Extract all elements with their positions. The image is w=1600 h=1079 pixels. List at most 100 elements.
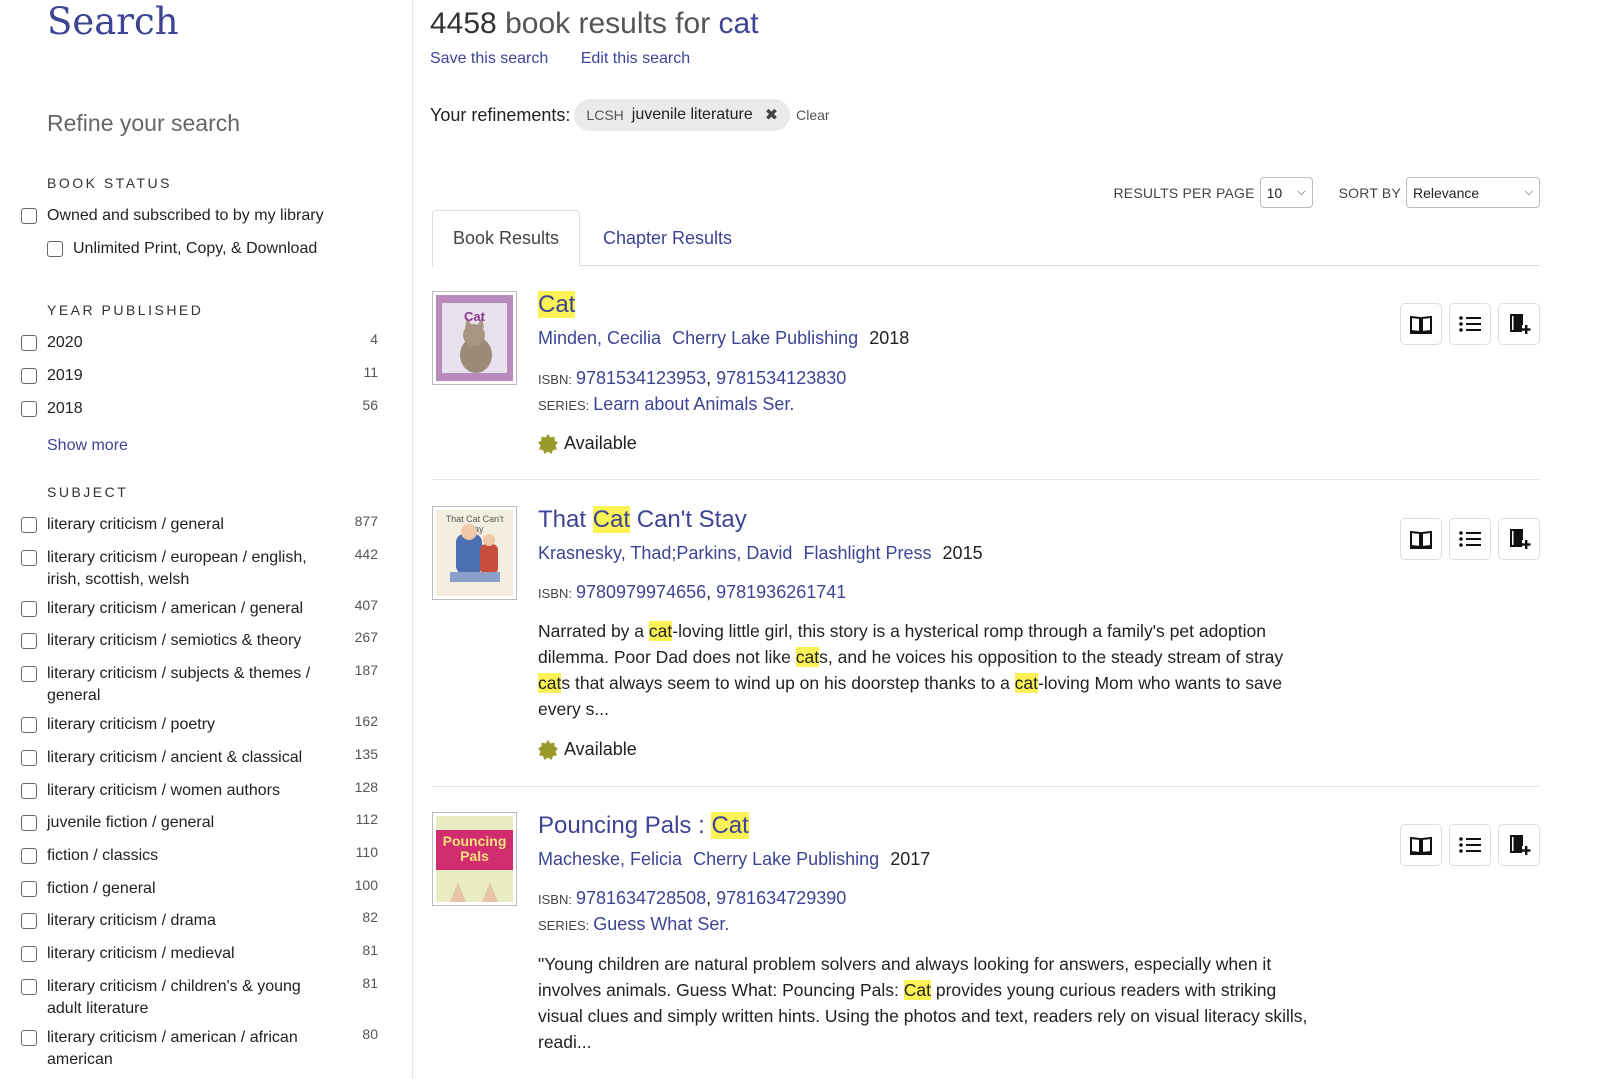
refinements-bar: Your refinements: LCSH juvenile literatu… [430,98,830,132]
availability-status: Available [538,433,637,454]
checkbox-icon[interactable] [21,783,37,799]
facet-label: literary criticism / women authors [47,782,280,799]
book-cover[interactable]: That Cat Can't Stay [432,506,517,600]
result-meta: Macheske, Felicia Cherry Lake Publishing… [538,849,930,870]
facet-count: 187 [354,662,378,678]
facet-count: 135 [354,746,378,762]
checkbox-icon[interactable] [21,946,37,962]
checkbox-icon[interactable] [21,717,37,733]
author-link[interactable]: Krasnesky, Thad;Parkins, David [538,543,792,563]
facet-count: 82 [362,909,378,925]
isbn-link[interactable]: 9781634729390 [716,888,846,908]
checkbox-icon[interactable] [21,848,37,864]
checkbox-icon[interactable] [21,208,37,224]
series-link[interactable]: Guess What Ser. [593,914,729,934]
checkbox-icon[interactable] [21,517,37,533]
close-icon[interactable]: ✖ [765,105,778,125]
result-title[interactable]: That Cat Can't Stay [538,506,747,534]
list-icon [1459,531,1481,547]
save-search-link[interactable]: Save this search [430,50,548,67]
list-icon [1459,837,1481,853]
sort-select[interactable]: Relevance ⌵ [1406,177,1540,208]
available-badge-icon [538,433,558,454]
results-query: cat [718,7,759,40]
clear-refinements-link[interactable]: Clear [796,107,829,123]
facet-count: 162 [354,713,378,729]
checkbox-icon[interactable] [21,881,37,897]
facet-label: literary criticism / ancient & classical [47,749,303,766]
add-to-shelf-button[interactable] [1498,303,1540,345]
edit-search-link[interactable]: Edit this search [581,50,690,67]
author-link[interactable]: Macheske, Felicia [538,849,682,869]
checkbox-icon[interactable] [21,368,37,384]
facet-count: 442 [354,546,378,562]
table-of-contents-button[interactable] [1449,824,1491,866]
publisher-link[interactable]: Cherry Lake Publishing [672,328,858,348]
facet-label: literary criticism / european / english,… [47,549,307,588]
tab-chapter-results[interactable]: Chapter Results [583,210,752,266]
per-page-value: 10 [1266,184,1283,201]
facet-count: 81 [362,975,378,991]
facet-count: 100 [354,877,378,893]
isbn-link[interactable]: 9781936261741 [716,582,846,602]
checkbox-icon[interactable] [21,633,37,649]
checkbox-icon[interactable] [47,241,63,257]
book-open-icon [1410,530,1432,549]
book-cover[interactable]: Cat [432,291,517,385]
refinement-chip[interactable]: LCSH juvenile literature ✖ [574,99,791,131]
year-published-heading: YEAR PUBLISHED [47,302,204,318]
series-label: SERIES: [538,398,590,413]
results-main: 4458 book results for cat Save this sear… [430,0,1540,1079]
checkbox-icon[interactable] [21,750,37,766]
add-to-shelf-button[interactable] [1498,518,1540,560]
checkbox-icon[interactable] [21,601,37,617]
read-book-button[interactable] [1400,303,1442,345]
cover-title: Cat [464,309,485,324]
checkbox-icon[interactable] [21,979,37,995]
result-title[interactable]: Cat [538,291,576,319]
result-meta: Minden, Cecilia Cherry Lake Publishing 2… [538,328,909,349]
read-book-button[interactable] [1400,824,1442,866]
tab-book-results[interactable]: Book Results [432,210,581,267]
refine-title: Refine your search [47,110,241,136]
per-page-label: RESULTS PER PAGE [1113,184,1255,201]
result-meta: Krasnesky, Thad;Parkins, David Flashligh… [538,543,983,564]
per-page-select[interactable]: 10 ⌵ [1259,177,1313,208]
page-title: Search [47,0,179,43]
checkbox-icon[interactable] [21,401,37,417]
isbn-link[interactable]: 9781534123830 [716,368,846,388]
add-to-shelf-button[interactable] [1498,824,1540,866]
checkbox-icon[interactable] [21,550,37,566]
table-of-contents-button[interactable] [1449,518,1491,560]
subject-heading: SUBJECT [47,484,129,500]
chip-value: juvenile literature [631,106,753,123]
series-link[interactable]: Learn about Animals Ser. [593,394,794,414]
publisher-link[interactable]: Flashlight Press [803,543,931,563]
result-title[interactable]: Pouncing Pals : Cat [538,812,749,840]
result-actions [1393,518,1540,560]
isbn-link[interactable]: 9781634728508 [576,888,706,908]
publisher-link[interactable]: Cherry Lake Publishing [693,849,879,869]
isbn-link[interactable]: 9781534123953 [576,368,706,388]
publication-year: 2015 [942,543,983,563]
table-of-contents-button[interactable] [1449,303,1491,345]
checkbox-icon[interactable] [21,913,37,929]
checkbox-icon[interactable] [21,1030,37,1046]
facet-count: 407 [354,597,378,613]
result-item: Cat Cat Minden, Cecilia Cherry Lake Publ… [432,291,1540,480]
availability-text: Available [564,739,637,759]
checkbox-icon[interactable] [21,335,37,351]
add-to-shelf-icon [1510,835,1531,855]
facet-count: 11 [363,364,378,380]
show-more-link[interactable]: Show more [47,437,128,455]
book-status-heading: BOOK STATUS [47,175,172,191]
read-book-button[interactable] [1400,518,1442,560]
isbn-link[interactable]: 9780979974656 [576,582,706,602]
book-open-icon [1410,836,1432,855]
author-link[interactable]: Minden, Cecilia [538,328,661,348]
facet-count: 877 [354,513,378,529]
checkbox-icon[interactable] [21,815,37,831]
results-tabs: Book Results Chapter Results [432,210,1540,267]
checkbox-icon[interactable] [21,666,37,682]
book-cover[interactable]: Pouncing Pals [432,812,517,906]
